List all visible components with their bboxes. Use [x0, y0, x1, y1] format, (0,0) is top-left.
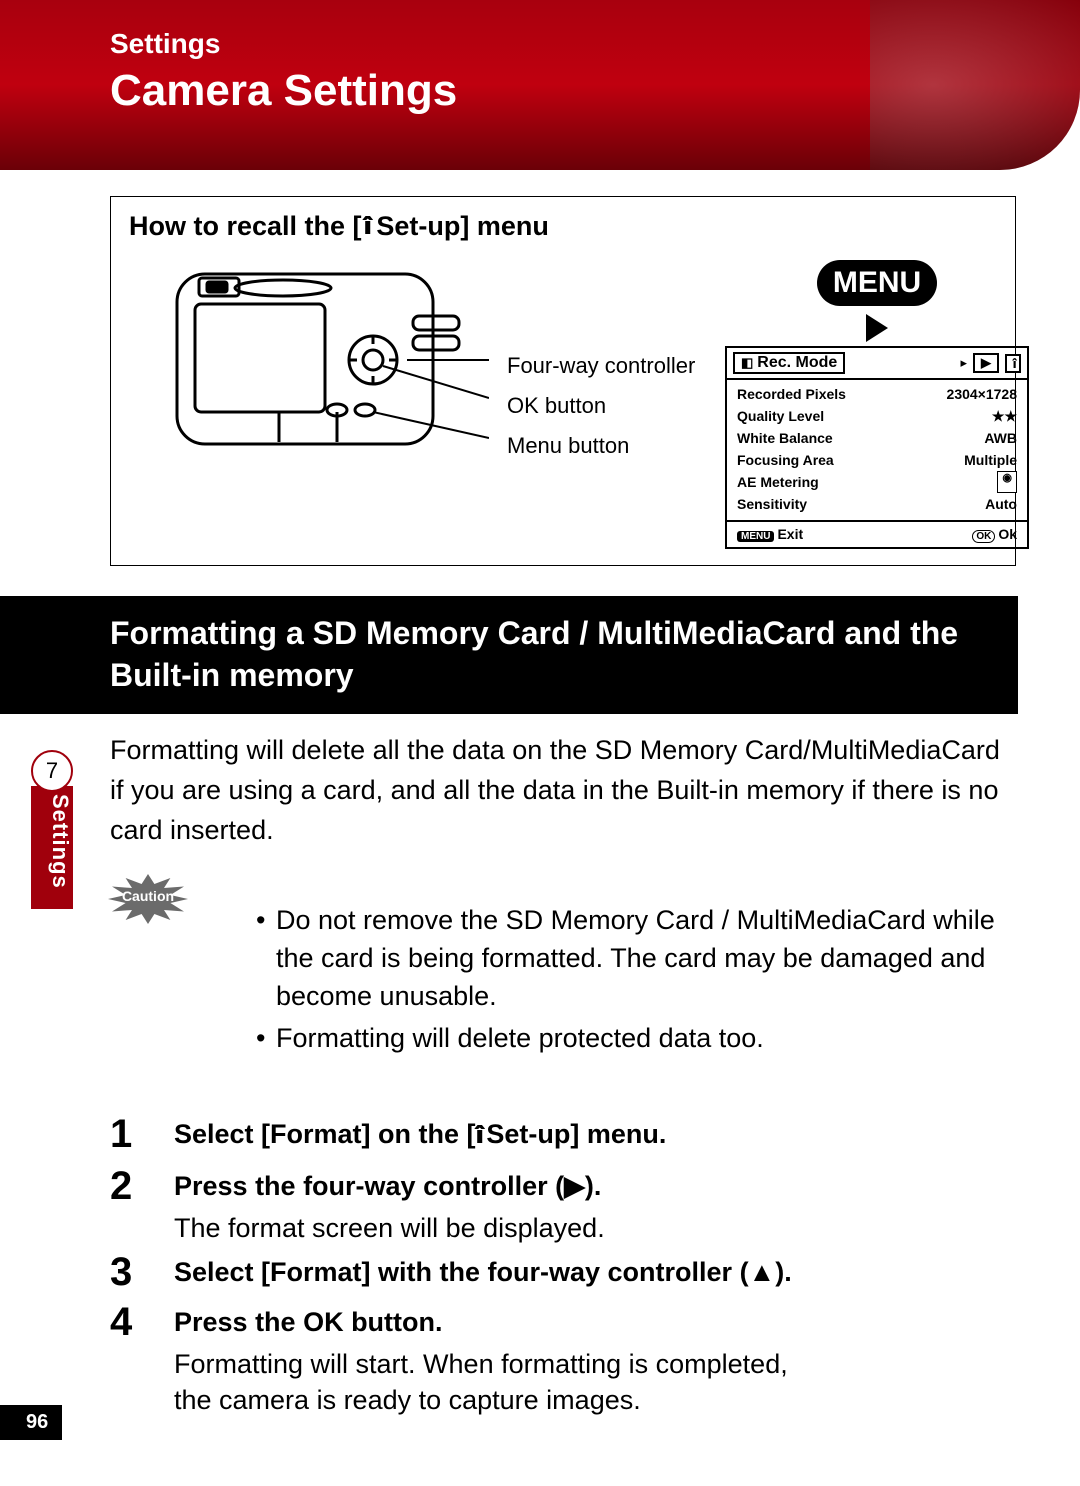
menu-row-value: Multiple	[964, 449, 1017, 471]
step-title-post: Set-up] menu.	[479, 1119, 667, 1149]
camera-icon: ◧	[741, 355, 753, 371]
menu-footer-left: MENUExit	[737, 526, 803, 543]
step-title: Press the OK button.	[174, 1298, 1018, 1346]
menu-tab-label: Rec. Mode	[757, 354, 837, 372]
menu-badge-icon: MENU	[737, 531, 774, 542]
caution-item: Do not remove the SD Memory Card / Multi…	[256, 901, 1018, 1015]
howto-diagram-box: How to recall the [îî Set-up] menu	[110, 196, 1016, 566]
menu-row: Recorded Pixels 2304×1728	[737, 383, 1017, 405]
menu-row-value: Auto	[985, 493, 1017, 515]
menu-footer-left-text: Exit	[777, 526, 803, 542]
page-title: Camera Settings	[110, 66, 1080, 116]
menu-row-label: White Balance	[737, 427, 833, 449]
howto-title: How to recall the [îî Set-up] menu	[129, 211, 999, 242]
step-number: 3	[110, 1248, 144, 1296]
menu-row: Quality Level ★★	[737, 405, 1017, 427]
chapter-label: Settings	[31, 786, 73, 909]
step: 3 Select [Format] with the four-way cont…	[110, 1248, 1018, 1296]
step: 1 Select [Format] on the [îî Set-up] men…	[110, 1110, 1018, 1160]
callout-ok-button: OK button	[507, 386, 707, 426]
section-label: Settings	[110, 28, 1080, 60]
caution-item: Formatting will delete protected data to…	[256, 1019, 1018, 1057]
menu-row: AE Metering ◉	[737, 471, 1017, 493]
menu-tab-playback: ▶	[973, 353, 999, 373]
intro-paragraph: Formatting will delete all the data on t…	[110, 730, 1018, 850]
step-title: Press the four-way controller (▶).	[174, 1162, 1018, 1210]
menu-row-label: Quality Level	[737, 405, 824, 427]
menu-row: White Balance AWB	[737, 427, 1017, 449]
side-tab: 7 Settings	[28, 750, 76, 909]
step-title-pre: Select [Format] on the [	[174, 1119, 476, 1149]
ae-metering-icon: ◉	[997, 471, 1017, 493]
step: 2 Press the four-way controller (▶). The…	[110, 1162, 1018, 1246]
step-number: 2	[110, 1162, 144, 1246]
menu-footer-right-text: Ok	[998, 526, 1017, 542]
camera-illustration	[129, 256, 489, 476]
menu-row-value: AWB	[984, 427, 1017, 449]
setup-icon: îî	[364, 213, 367, 241]
howto-title-pre: How to recall the [	[129, 211, 362, 241]
menu-tab-setup: îî	[1005, 354, 1021, 373]
steps-list: 1 Select [Format] on the [îî Set-up] men…	[110, 1110, 1018, 1418]
menu-row-label: Focusing Area	[737, 449, 834, 471]
callout-menu-button: Menu button	[507, 426, 707, 466]
section-heading: Formatting a SD Memory Card / MultiMedia…	[0, 596, 1018, 714]
step: 4 Press the OK button. Formatting will s…	[110, 1298, 1018, 1418]
step-number: 4	[110, 1298, 144, 1418]
menu-row-value: 2304×1728	[947, 383, 1017, 405]
ok-badge-icon: OK	[972, 530, 995, 543]
page-number: 96	[0, 1405, 62, 1440]
chapter-banner: Settings Camera Settings	[0, 0, 1080, 170]
menu-tab-rec-mode: ◧ Rec. Mode	[733, 352, 845, 374]
menu-row-label: Sensitivity	[737, 493, 807, 515]
step-description: The format screen will be displayed.	[174, 1210, 1018, 1246]
diagram-callouts: Four-way controller OK button Menu butto…	[507, 256, 707, 466]
chapter-number: 7	[31, 750, 73, 792]
callout-four-way: Four-way controller	[507, 346, 707, 386]
menu-row-value: ★★	[992, 405, 1017, 427]
step-title: Select [Format] with the four-way contro…	[174, 1248, 1018, 1296]
howto-title-post: Set-up] menu	[369, 211, 549, 241]
step-title: Select [Format] on the [îî Set-up] menu.	[174, 1110, 1018, 1160]
step-description: Formatting will start. When formatting i…	[174, 1346, 1018, 1418]
menu-screen-preview: ◧ Rec. Mode ▸ ▶ îî Recorded Pixels 2304×1…	[725, 346, 1029, 549]
menu-row: Sensitivity Auto	[737, 493, 1017, 515]
menu-footer-right: OKOk	[972, 526, 1017, 543]
caution-badge: Caution	[108, 874, 188, 929]
menu-row: Focusing Area Multiple	[737, 449, 1017, 471]
caution-list: Do not remove the SD Memory Card / Multi…	[216, 901, 1018, 1061]
step-number: 1	[110, 1110, 144, 1160]
menu-row-label: Recorded Pixels	[737, 383, 846, 405]
play-icon: ▶	[981, 355, 991, 371]
caution-label: Caution	[108, 888, 188, 904]
cursor-right-icon: ▸	[960, 355, 967, 371]
menu-badge: MENU	[817, 260, 937, 306]
menu-row-label: AE Metering	[737, 471, 819, 493]
arrow-right-icon	[866, 314, 888, 342]
